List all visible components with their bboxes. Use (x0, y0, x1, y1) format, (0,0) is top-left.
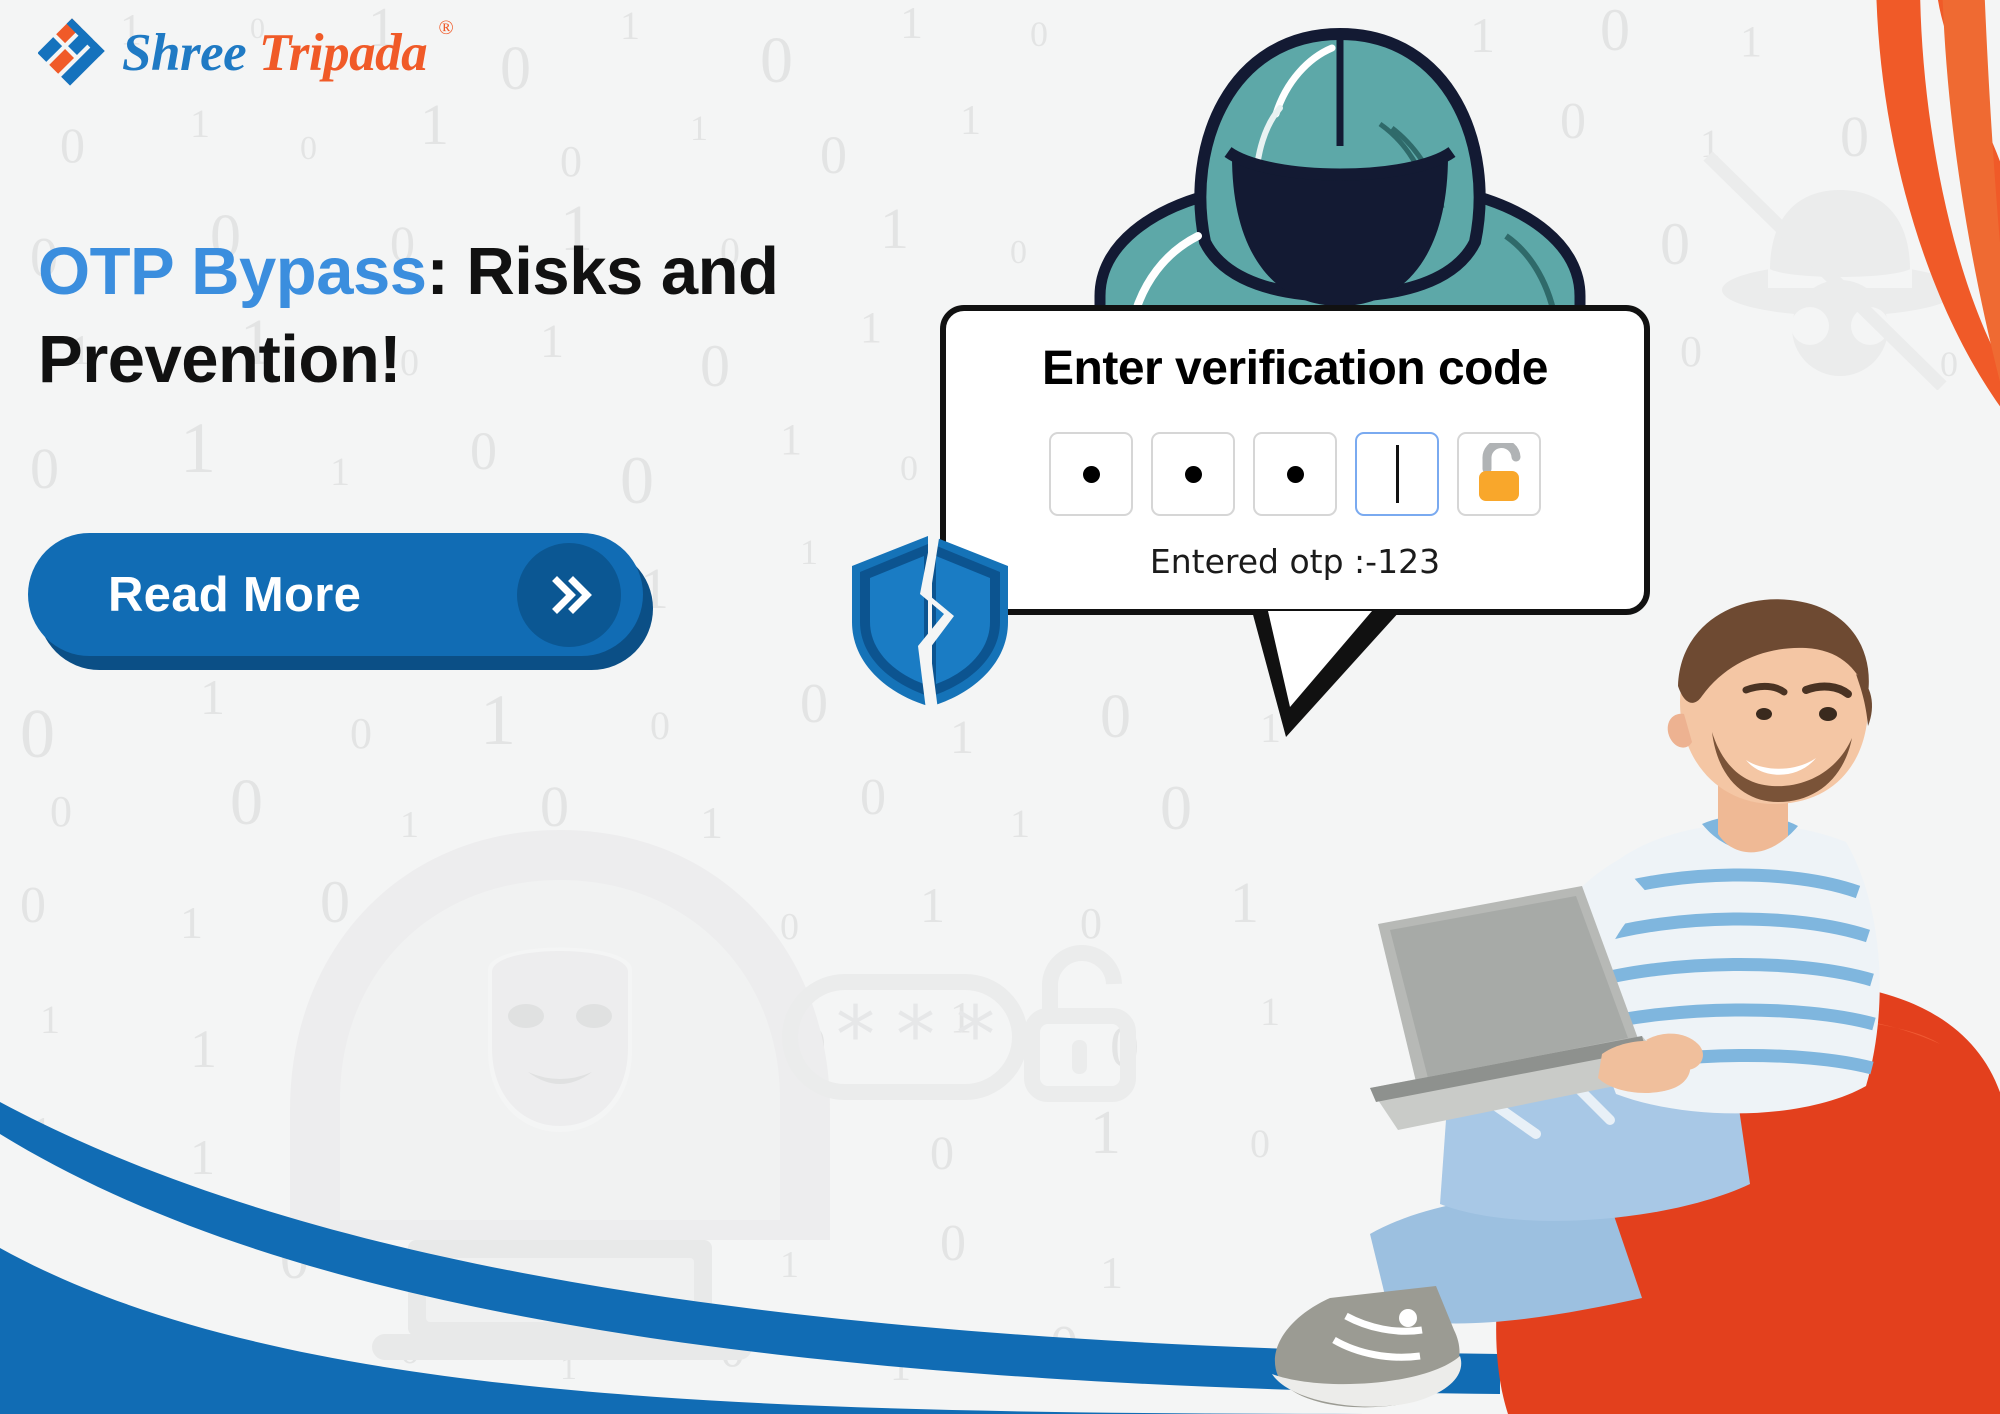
binary-digit: 0 (900, 448, 918, 488)
binary-digit: 1 (480, 680, 516, 760)
verification-code-dialog-body: Enter verification code Entered otp:-12… (940, 305, 1650, 615)
binary-digit: 0 (1100, 683, 1131, 751)
dialog-title: Enter verification code (1042, 342, 1548, 395)
binary-digit: 1 (620, 873, 648, 935)
otp-masked-dot-icon (1286, 465, 1304, 483)
binary-digit: 0 (1030, 14, 1048, 54)
text-cursor-icon (1395, 445, 1399, 503)
binary-digit: 1 (470, 902, 491, 948)
binary-digit: 1 (1010, 801, 1030, 846)
brand-name: Shree Tripada ® (122, 17, 454, 83)
binary-digit: 1 (900, 0, 923, 48)
binary-digit: 1 (920, 877, 945, 933)
binary-digit: 1 (190, 101, 210, 146)
read-more-button-label: Read More (108, 567, 362, 622)
otp-digit-4[interactable] (1355, 432, 1439, 516)
verification-code-dialog: Enter verification code Entered otp:-12… (940, 305, 1650, 737)
binary-digit: 1 (180, 897, 203, 948)
entered-otp-note: Entered otp :-123 (1149, 542, 1441, 581)
binary-digit: 1 (780, 415, 802, 464)
binary-digit: 0 (650, 703, 670, 748)
binary-digit: 1 (200, 669, 225, 725)
binary-digit: 0 (230, 766, 263, 839)
binary-digit: 0 (1080, 899, 1102, 948)
double-chevron-right-icon[interactable] (517, 542, 621, 647)
binary-digit: 0 (1600, 0, 1630, 63)
binary-digit: 1 (180, 408, 216, 488)
binary-digit: 1 (420, 92, 449, 157)
binary-digit: 0 (470, 421, 497, 481)
binary-digit: 0 (500, 35, 531, 103)
binary-digit: 0 (780, 906, 799, 948)
otp-input-group[interactable] (970, 432, 1620, 516)
binary-digit: 1 (400, 804, 419, 846)
otp-digit-2[interactable] (1151, 432, 1235, 516)
binary-digit: 0 (560, 137, 582, 186)
binary-digit: 1 (950, 711, 974, 764)
otp-masked-dot-icon (1082, 465, 1100, 483)
binary-digit: 0 (50, 787, 72, 836)
binary-digit: 1 (690, 108, 708, 148)
binary-digit: 0 (320, 869, 350, 935)
orange-ribbon-stripes (1876, 0, 2000, 407)
speech-bubble-tail (1252, 611, 1400, 737)
otp-digit-3[interactable] (1253, 432, 1337, 516)
binary-digit: 1 (330, 449, 350, 494)
brand-name-first: Shree (122, 24, 247, 82)
binary-digit: 0 (300, 130, 317, 167)
shree-tripada-diamond-logo-icon (38, 18, 105, 86)
binary-digit: 0 (20, 696, 55, 773)
binary-digit: 0 (350, 709, 372, 758)
binary-digit: 0 (540, 774, 569, 839)
read-more-button-body[interactable]: Read More (28, 533, 643, 656)
binary-digit: 1 (960, 98, 981, 144)
binary-digit: 0 (760, 24, 793, 97)
read-more-button[interactable]: Read More (28, 533, 653, 670)
binary-digit: 0 (860, 769, 886, 826)
broken-shield-icon (852, 532, 1008, 710)
hooded-hacker-icon (1080, 27, 1600, 326)
registered-trademark-icon: ® (438, 17, 454, 39)
binary-digit: 0 (1160, 772, 1192, 843)
binary-digit: 1 (800, 532, 818, 572)
unlock-status-box (1457, 432, 1541, 516)
binary-digit: 1 (700, 797, 723, 848)
binary-digit: 0 (30, 436, 59, 501)
otp-bypass-promo-banner: 1010101010100101010110100001010010110101… (0, 0, 2000, 1414)
binary-digit: 0 (800, 673, 828, 735)
brand-name-second: Tripada (258, 24, 428, 82)
otp-masked-dot-icon (1184, 465, 1202, 483)
otp-digit-1[interactable] (1049, 432, 1133, 516)
headline-accent: OTP Bypass (38, 234, 427, 309)
binary-digit: 0 (20, 877, 46, 934)
brand-logo[interactable]: Shree Tripada ® (38, 17, 454, 88)
page-title: OTP Bypass: Risks and Prevention! (38, 228, 1018, 405)
unlock-padlock-icon (1479, 443, 1521, 501)
binary-digit: 0 (60, 117, 85, 173)
binary-digit: 0 (820, 125, 847, 185)
binary-digit: 1 (620, 3, 640, 48)
binary-digit: 0 (620, 442, 654, 518)
